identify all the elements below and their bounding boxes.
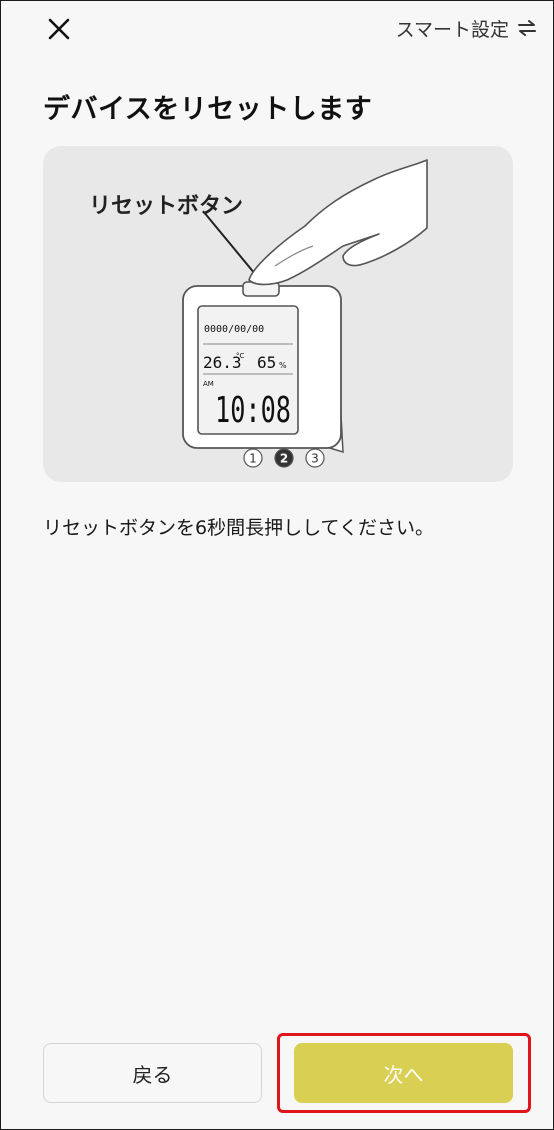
lcd-ampm: AM (203, 380, 214, 388)
back-button-label: 戻る (132, 1062, 173, 1087)
lcd-humidity-unit: % (279, 361, 287, 370)
instruction-text: リセットボタンを6秒間長押ししてください。 (43, 517, 434, 539)
swap-arrows-icon (517, 20, 537, 36)
step-number-1: 1 (249, 452, 257, 466)
top-bar: スマート設定 (1, 1, 553, 57)
close-button[interactable] (41, 11, 77, 47)
step-indicators: 1 2 3 (243, 448, 325, 468)
next-button-label: 次へ (383, 1062, 424, 1087)
back-button[interactable]: 戻る (43, 1043, 262, 1103)
smart-setup-label: スマート設定 (395, 18, 509, 41)
lcd-date: 0000/00/00 (204, 324, 264, 335)
next-button[interactable]: 次へ (294, 1043, 513, 1103)
lcd-time: 10:08 (215, 390, 291, 431)
step-number-3: 3 (311, 452, 319, 466)
lcd-temperature-unit: °C (236, 352, 245, 360)
page-title: デバイスをリセットします (43, 94, 373, 125)
reset-button-callout: リセットボタン (89, 194, 244, 219)
step-number-2: 2 (280, 452, 288, 466)
reset-illustration: 0000/00/00 26.3 °C 65 % AM 10:08 123 リセッ… (43, 146, 513, 482)
smart-setup-link[interactable]: スマート設定 (396, 13, 537, 43)
lcd-humidity: 65 (257, 353, 276, 372)
reset-device-screen: スマート設定 デバイスをリセットします 0000/00/00 26.3 °C 6… (0, 0, 554, 1130)
close-icon (48, 18, 70, 40)
